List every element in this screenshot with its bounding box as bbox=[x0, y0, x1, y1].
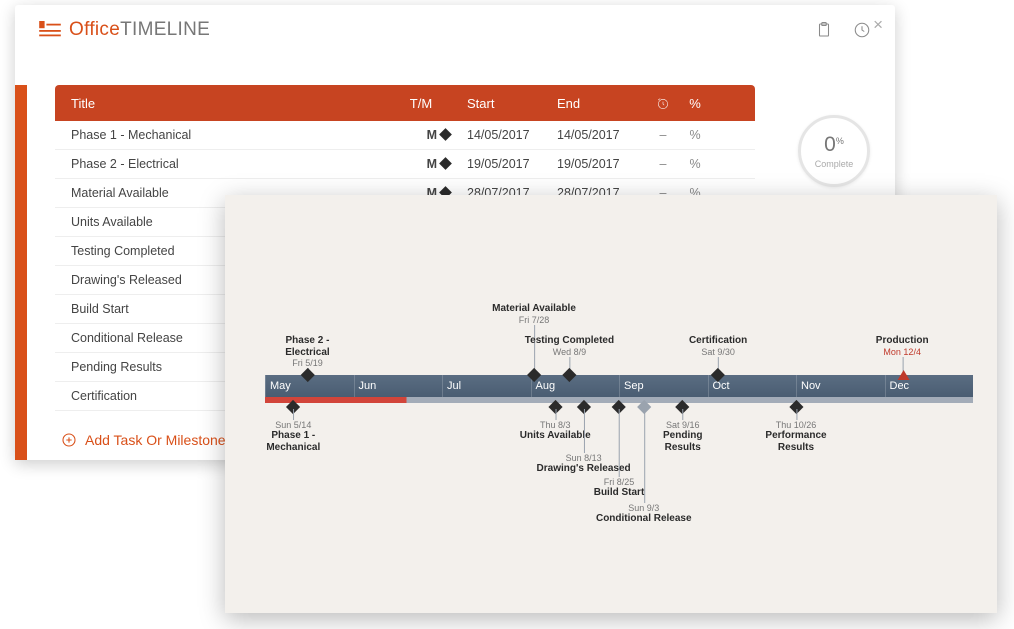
history-icon[interactable] bbox=[853, 21, 871, 39]
cell-tm: M bbox=[401, 128, 441, 142]
cell-start: 19/05/2017 bbox=[467, 157, 557, 171]
ms-name: Conditional Release bbox=[596, 513, 692, 525]
cell-end: 19/05/2017 bbox=[557, 157, 647, 171]
ms-date: Sun 9/3 bbox=[596, 503, 692, 513]
month-label: Jul bbox=[442, 375, 531, 397]
ms-date: Fri 7/28 bbox=[492, 315, 576, 325]
add-task-label: Add Task Or Milestone bbox=[85, 432, 226, 448]
month-label: Jun bbox=[354, 375, 443, 397]
milestone-top: Phase 2 -ElectricalFri 5/19 bbox=[285, 335, 329, 368]
cell-end: 14/05/2017 bbox=[557, 128, 647, 142]
progress-label: Complete bbox=[815, 159, 854, 169]
col-dur-icon[interactable] bbox=[647, 95, 679, 111]
ms-name: Drawing's Released bbox=[537, 463, 631, 475]
header: OfficeTIMELINE bbox=[15, 5, 895, 47]
brand-part2: TIMELINE bbox=[120, 19, 210, 40]
ms-date: Mon 12/4 bbox=[876, 347, 929, 357]
milestone-bottom: Sun 9/3Conditional Release bbox=[596, 503, 692, 525]
connector bbox=[293, 409, 294, 420]
cell-tm: M bbox=[401, 157, 441, 171]
milestone-top: ProductionMon 12/4 bbox=[876, 335, 929, 357]
connector bbox=[619, 409, 620, 477]
cell-pct: % bbox=[679, 157, 711, 171]
ms-name: Phase 2 -Electrical bbox=[285, 335, 329, 358]
cell-marker bbox=[441, 128, 467, 142]
timeline-preview: MayJunJulAugSepOctNovDecPhase 2 -Electri… bbox=[225, 195, 997, 613]
cell-pct: % bbox=[679, 128, 711, 142]
brand-part1: Office bbox=[69, 19, 120, 40]
close-icon[interactable]: × bbox=[873, 15, 883, 35]
cell-start: 14/05/2017 bbox=[467, 128, 557, 142]
progress: 0% Complete bbox=[791, 115, 877, 187]
brand: OfficeTIMELINE bbox=[39, 19, 210, 41]
milestone-bottom: Sat 9/16PendingResults bbox=[663, 420, 702, 453]
cell-title: Phase 2 - Electrical bbox=[71, 157, 401, 171]
connector bbox=[644, 409, 645, 503]
ms-name: Units Available bbox=[520, 430, 591, 442]
col-start[interactable]: Start bbox=[467, 96, 557, 111]
clipboard-icon[interactable] bbox=[815, 21, 833, 39]
table-header: Title T/M Start End % bbox=[55, 85, 755, 121]
cell-title: Phase 1 - Mechanical bbox=[71, 128, 401, 142]
milestone-bottom: Sun 5/14Phase 1 -Mechanical bbox=[266, 420, 320, 453]
diamond-icon bbox=[439, 157, 452, 170]
ms-name: Production bbox=[876, 335, 929, 347]
ms-date: Fri 5/19 bbox=[285, 358, 329, 368]
triangle-icon bbox=[897, 370, 909, 380]
plus-circle-icon bbox=[61, 432, 77, 448]
cell-dur: – bbox=[647, 157, 679, 171]
col-title[interactable]: Title bbox=[71, 96, 401, 111]
month-label: Nov bbox=[796, 375, 885, 397]
milestone-bottom: Thu 10/26PerformanceResults bbox=[765, 420, 826, 453]
month-label: Sep bbox=[619, 375, 708, 397]
connector bbox=[584, 409, 585, 453]
milestone-top: Testing CompletedWed 8/9 bbox=[525, 335, 614, 357]
diamond-icon bbox=[439, 128, 452, 141]
ms-date: Wed 8/9 bbox=[525, 347, 614, 357]
progress-circle: 0% Complete bbox=[798, 115, 870, 187]
month-label: Aug bbox=[531, 375, 620, 397]
progress-unit: % bbox=[836, 136, 844, 146]
ms-name: Certification bbox=[689, 335, 747, 347]
brand-icon bbox=[39, 21, 61, 39]
progress-value: 0 bbox=[824, 133, 836, 156]
ms-date: Thu 10/26 bbox=[765, 420, 826, 430]
ms-name: Build Start bbox=[594, 487, 645, 499]
ms-date: Thu 8/3 bbox=[520, 420, 591, 430]
table-row[interactable]: Phase 2 - ElectricalM 19/05/201719/05/201… bbox=[55, 150, 755, 179]
ms-date: Sat 9/30 bbox=[689, 347, 747, 357]
cell-marker bbox=[441, 157, 467, 171]
col-tm[interactable]: T/M bbox=[401, 96, 441, 111]
connector bbox=[683, 409, 684, 420]
connector bbox=[555, 409, 556, 420]
ms-date: Sun 8/13 bbox=[537, 453, 631, 463]
col-pct[interactable]: % bbox=[679, 96, 711, 111]
col-end[interactable]: End bbox=[557, 96, 647, 111]
ms-name: Testing Completed bbox=[525, 335, 614, 347]
ms-date: Sat 9/16 bbox=[663, 420, 702, 430]
milestone-top: Material AvailableFri 7/28 bbox=[492, 303, 576, 325]
ms-name: PerformanceResults bbox=[765, 430, 826, 453]
table-row[interactable]: Phase 1 - MechanicalM 14/05/201714/05/201… bbox=[55, 121, 755, 150]
ms-name: PendingResults bbox=[663, 430, 702, 453]
milestone-bottom: Thu 8/3Units Available bbox=[520, 420, 591, 442]
ms-name: Phase 1 -Mechanical bbox=[266, 430, 320, 453]
milestone-bottom: Sun 8/13Drawing's Released bbox=[537, 453, 631, 475]
milestone-bottom: Fri 8/25Build Start bbox=[594, 477, 645, 499]
add-task-button[interactable]: Add Task Or Milestone bbox=[61, 432, 226, 448]
ms-date: Sun 5/14 bbox=[266, 420, 320, 430]
accent-strip bbox=[15, 85, 27, 460]
ms-date: Fri 8/25 bbox=[594, 477, 645, 487]
milestone-top: CertificationSat 9/30 bbox=[689, 335, 747, 357]
connector bbox=[796, 409, 797, 420]
ms-name: Material Available bbox=[492, 303, 576, 315]
cell-dur: – bbox=[647, 128, 679, 142]
